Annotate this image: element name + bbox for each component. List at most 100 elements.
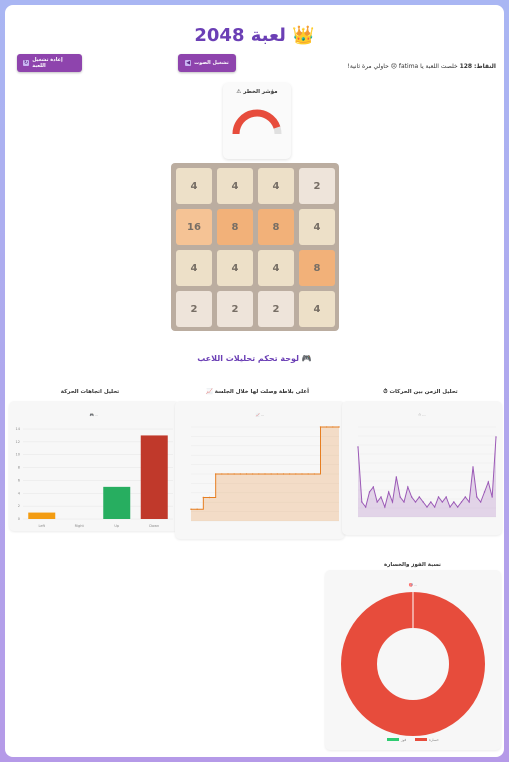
moves-x-tick: Down bbox=[149, 524, 159, 528]
moves-y-tick: 2 bbox=[18, 504, 20, 508]
board-tile: 16 bbox=[176, 209, 212, 245]
speaker-icon: ◀ bbox=[185, 60, 192, 66]
max-tile-point bbox=[227, 473, 229, 475]
game-over-message: خلصت اللعبة يا fatima 😞 حاولي مرة ثانية! bbox=[347, 63, 458, 70]
max-tile-point bbox=[264, 473, 266, 475]
page-title: لعبة 2048 👑 bbox=[194, 25, 315, 46]
winloss-chart-heading: نسبة الفوز والخسارة bbox=[383, 562, 441, 568]
time-point bbox=[476, 496, 478, 498]
time-point bbox=[479, 501, 482, 503]
time-chart-panel: ⏱ ... bbox=[342, 401, 502, 535]
time-point bbox=[464, 496, 467, 498]
moves-y-tick: 8 bbox=[18, 466, 20, 470]
board-tile: 2 bbox=[176, 291, 212, 327]
time-point bbox=[380, 496, 382, 498]
max-tile-point bbox=[258, 473, 260, 475]
board-tile: 8 bbox=[258, 209, 294, 245]
max-tile-point bbox=[233, 473, 235, 475]
board-tile: 4 bbox=[217, 250, 253, 286]
max-tile-point bbox=[202, 496, 205, 499]
board-tile: 4 bbox=[176, 168, 212, 204]
time-point bbox=[387, 491, 390, 493]
time-point bbox=[495, 436, 497, 438]
moves-y-tick: 0 bbox=[18, 517, 20, 521]
time-point bbox=[407, 486, 409, 488]
board-tile: 4 bbox=[258, 250, 294, 286]
max-tile-line-chart: 📈 ... bbox=[190, 412, 340, 522]
winloss-legend-label: خسارة bbox=[429, 738, 439, 742]
moves-chart-panel: 🎮 ... 0 2 4 6 8 10 12 14 Left Right Up Down bbox=[9, 401, 179, 531]
time-point bbox=[487, 481, 490, 483]
time-point bbox=[368, 491, 371, 493]
game-board: 4 4 4 2 16 8 8 4 4 4 4 8 2 2 2 4 bbox=[171, 163, 339, 331]
moves-y-tick: 10 bbox=[16, 453, 20, 457]
moves-y-tick: 6 bbox=[18, 478, 20, 482]
time-point bbox=[376, 501, 378, 503]
max-tile-point bbox=[288, 473, 291, 475]
winloss-chart-panel: 🎯 ... فوز خسارة bbox=[325, 570, 501, 750]
time-point bbox=[414, 501, 417, 503]
moves-legend: 🎮 ... bbox=[90, 413, 99, 417]
board-tile: 4 bbox=[299, 209, 335, 245]
max-tile-point bbox=[307, 473, 309, 475]
score-label: النقاط: bbox=[474, 63, 496, 70]
moves-chart-heading: تحليل اتجاهات الحركة bbox=[60, 389, 120, 395]
time-point bbox=[426, 506, 428, 508]
time-point bbox=[410, 496, 413, 498]
winloss-legend-swatch bbox=[387, 738, 399, 741]
time-point bbox=[449, 506, 451, 508]
time-point bbox=[445, 496, 447, 498]
time-line-chart: ⏱ ... bbox=[357, 413, 497, 518]
moves-x-tick: Right bbox=[75, 524, 85, 528]
max-tile-point bbox=[251, 473, 254, 475]
time-point bbox=[372, 486, 375, 488]
time-point bbox=[468, 501, 470, 503]
moves-y-tick: 4 bbox=[18, 491, 21, 495]
moves-bar bbox=[140, 435, 168, 519]
moves-x-tick: Up bbox=[114, 524, 120, 528]
winloss-donut-chart: 🎯 ... فوز خسارة bbox=[341, 582, 485, 742]
danger-meter-label: ⚠ مؤشر الخطر bbox=[236, 89, 278, 95]
restart-label: إعادة تشغيل اللعبة bbox=[32, 57, 63, 69]
moves-bar-chart: 🎮 ... 0 2 4 6 8 10 12 14 Left Right Up Down bbox=[16, 413, 173, 528]
board-tile: 2 bbox=[299, 168, 335, 204]
max-tile-point bbox=[208, 496, 211, 499]
max-tile-point bbox=[295, 473, 297, 475]
time-point bbox=[361, 501, 363, 503]
time-point bbox=[357, 446, 359, 448]
moves-bar bbox=[103, 486, 131, 519]
danger-meter: ⚠ مؤشر الخطر bbox=[223, 83, 291, 159]
winloss-legend: 🎯 ... bbox=[409, 582, 418, 587]
max-tile-point bbox=[282, 473, 285, 475]
max-tile-point bbox=[190, 508, 192, 510]
time-point bbox=[384, 506, 386, 508]
time-point bbox=[453, 501, 455, 503]
board-tile: 4 bbox=[258, 168, 294, 204]
moves-x-tick: Left bbox=[38, 524, 45, 528]
board-tile: 8 bbox=[217, 209, 253, 245]
time-point bbox=[418, 496, 421, 498]
board-tile: 2 bbox=[217, 291, 253, 327]
winloss-legend-label: فوز bbox=[400, 738, 406, 742]
board-tile: 2 bbox=[258, 291, 294, 327]
max-tile-point bbox=[319, 426, 322, 428]
danger-gauge-fill bbox=[232, 109, 281, 135]
max-tile-point bbox=[325, 426, 328, 428]
moves-y-tick: 12 bbox=[16, 440, 20, 444]
max-tile-point bbox=[270, 473, 272, 475]
max-tile-point bbox=[196, 508, 198, 510]
board-tile: 4 bbox=[176, 250, 212, 286]
board-tile: 8 bbox=[299, 250, 335, 286]
moves-bar bbox=[28, 512, 56, 519]
max-tile-legend: 📈 ... bbox=[256, 412, 265, 417]
max-tile-point bbox=[301, 473, 303, 475]
sound-toggle-button[interactable]: ◀ تشغيل الصوت bbox=[178, 54, 236, 72]
restart-button[interactable]: ↻ إعادة تشغيل اللعبة bbox=[17, 54, 82, 72]
time-point bbox=[395, 476, 398, 478]
time-point bbox=[456, 506, 459, 508]
time-point bbox=[483, 491, 486, 493]
max-tile-chart-panel: 📈 ... bbox=[175, 401, 345, 539]
max-tile-chart-heading: 📈 أعلى بلاطة وصلت لها خلال الجلسة bbox=[205, 389, 310, 395]
time-point bbox=[437, 496, 440, 498]
time-point bbox=[422, 501, 424, 503]
